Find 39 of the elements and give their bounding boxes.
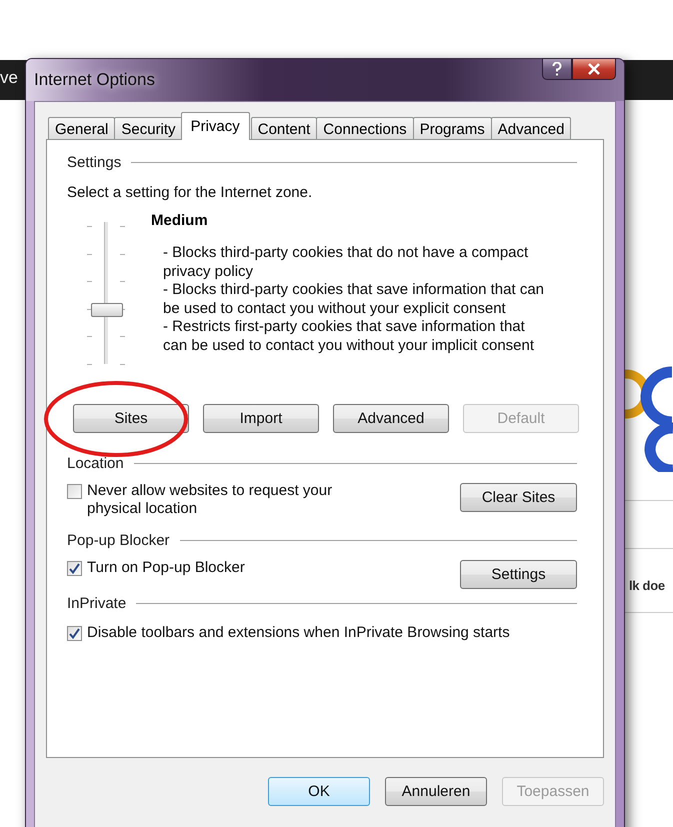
background-text: ve (0, 68, 18, 88)
dialog-button[interactable]: Sites (73, 404, 189, 433)
help-icon (552, 62, 562, 76)
dialog-button[interactable]: OK (268, 777, 370, 806)
group-heading: Pop-up Blocker (67, 532, 170, 549)
group-heading: InPrivate (67, 595, 126, 612)
tab[interactable]: Security (114, 117, 183, 140)
checkbox-label: Never allow websites to request your physical location (87, 482, 334, 518)
group-heading: Settings (67, 154, 122, 171)
close-icon (587, 63, 601, 75)
checkbox-label: Disable toolbars and extensions when InPrivate Browsing starts (87, 624, 510, 642)
window-title: Internet Options (34, 70, 155, 90)
dialog-button[interactable]: Settings (460, 560, 577, 589)
intro-text: Select a setting for the Internet zone. (67, 184, 314, 202)
checkbox-label: Turn on Pop-up Blocker (87, 559, 245, 577)
tab[interactable]: Programs (412, 117, 492, 140)
description-text: - Blocks third-party cookies that do not have a compact privacy policy (163, 244, 530, 281)
check-icon (69, 628, 80, 639)
check-icon (69, 563, 80, 574)
checkbox[interactable] (67, 561, 82, 576)
tab[interactable]: Advanced (490, 117, 572, 140)
dialog-button[interactable]: Annuleren (385, 777, 487, 806)
level-name: Medium (151, 212, 209, 229)
dialog-button[interactable]: Advanced (333, 404, 449, 433)
description-text: - Blocks third-party cookies that save information that can be used to contact you without your explicit consent (163, 281, 546, 318)
dialog-button[interactable]: Clear Sites (460, 483, 577, 512)
checkbox[interactable] (67, 484, 82, 499)
slider-thumb[interactable] (91, 302, 123, 317)
dialog-button[interactable]: Import (203, 404, 319, 433)
tab[interactable]: General (48, 117, 116, 140)
group-heading: Location (67, 455, 124, 472)
tab[interactable]: Content (250, 117, 318, 140)
close-button[interactable] (572, 58, 616, 80)
help-button[interactable] (542, 58, 572, 80)
tab[interactable]: Privacy (180, 112, 250, 140)
checkbox[interactable] (67, 626, 82, 641)
description-text: - Restricts first-party cookies that save information that can be used to contact you without your implicit consent (163, 318, 536, 355)
background-text: lk doe (629, 578, 665, 593)
tab[interactable]: Connections (316, 117, 414, 140)
